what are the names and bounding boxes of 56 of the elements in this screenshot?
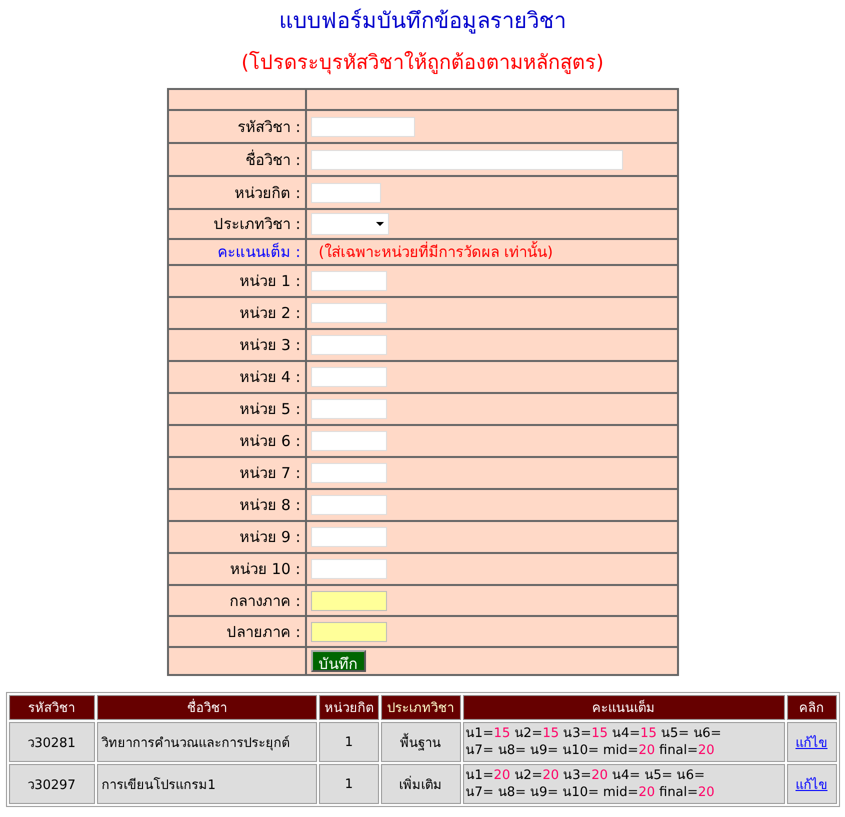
- table-cell: ว30297: [8, 764, 94, 804]
- save-button[interactable]: บันทึก: [310, 650, 366, 672]
- text-input-field[interactable]: [310, 527, 386, 547]
- page-title: แบบฟอร์มบันทึกข้อมูลรายวิชา: [279, 8, 566, 36]
- field-label: หน่วย 6 :: [239, 432, 300, 450]
- column-header: ประเภทวิชา: [380, 695, 460, 720]
- text-input-field[interactable]: [310, 431, 386, 451]
- note-text: (ใส่เฉพาะหน่วยที่มีการวัดผล เท่านั้น): [318, 243, 553, 261]
- text-input-field[interactable]: [310, 367, 386, 387]
- text-input-field[interactable]: [310, 303, 386, 323]
- field-label: คะแนนเต็ม :: [218, 243, 300, 261]
- text-input-field[interactable]: [310, 182, 380, 202]
- table-cell: พื้นฐาน: [380, 722, 460, 762]
- score-input-field[interactable]: [310, 622, 386, 642]
- field-label: หน่วย 10 :: [230, 560, 300, 578]
- field-label: หน่วย 5 :: [239, 400, 300, 418]
- column-header: หน่วยกิต: [319, 695, 378, 720]
- column-header: รหัสวิชา: [8, 695, 94, 720]
- dropdown-field[interactable]: [310, 213, 388, 235]
- text-input-field[interactable]: [310, 399, 386, 419]
- column-header: คะแนนเต็ม: [462, 695, 784, 720]
- score-cell: น1=20 น2=20 น3=20 น4= น5= น6= น7= น8= น9= น10= mid=20 final=20: [462, 764, 784, 804]
- text-input-field[interactable]: [310, 495, 386, 515]
- field-label: ปลายภาค :: [226, 622, 300, 640]
- score-input-field[interactable]: [310, 590, 386, 610]
- field-label: หน่วย 2 :: [239, 304, 300, 322]
- table-cell: ว30281: [8, 722, 94, 762]
- field-label: รหัสวิชา :: [238, 118, 300, 136]
- table-cell: วิทยาการคำนวณและการประยุกต์: [96, 722, 318, 762]
- field-label: หน่วยกิต :: [234, 184, 300, 202]
- table-cell: 1: [319, 722, 378, 762]
- field-label: หน่วย 3 :: [239, 336, 300, 354]
- field-label: หน่วย 8 :: [239, 496, 300, 514]
- edit-link[interactable]: แก้ไข: [796, 736, 828, 750]
- table-cell: 1: [319, 764, 378, 804]
- edit-link[interactable]: แก้ไข: [796, 778, 828, 792]
- field-label: ชื่อวิชา :: [246, 150, 300, 168]
- text-input-field[interactable]: [310, 150, 622, 170]
- field-label: หน่วย 7 :: [239, 464, 300, 482]
- text-input-field[interactable]: [310, 335, 386, 355]
- page-subtitle: (โปรดระบุรหัสวิชาให้ถูกต้องตามหลักสูตร): [241, 49, 604, 76]
- field-label: หน่วย 1 :: [239, 272, 300, 290]
- table-cell: การเขียนโปรแกรม1: [96, 764, 318, 804]
- text-input-field[interactable]: [310, 271, 386, 291]
- score-cell: น1=15 น2=15 น3=15 น4=15 น5= น6= น7= น8= น9= น10= mid=20 final=20: [462, 722, 784, 762]
- field-label: ประเภทวิชา :: [214, 215, 300, 233]
- text-input-field[interactable]: [310, 559, 386, 579]
- field-label: หน่วย 4 :: [239, 368, 300, 386]
- text-input-field[interactable]: [310, 116, 414, 136]
- column-header: คลิก: [786, 695, 836, 720]
- table-cell: เพิ่มเติม: [380, 764, 460, 804]
- column-header: ชื่อวิชา: [96, 695, 318, 720]
- field-label: กลางภาค :: [230, 592, 300, 610]
- text-input-field[interactable]: [310, 463, 386, 483]
- field-label: หน่วย 9 :: [239, 528, 300, 546]
- caret-icon: [376, 222, 384, 226]
